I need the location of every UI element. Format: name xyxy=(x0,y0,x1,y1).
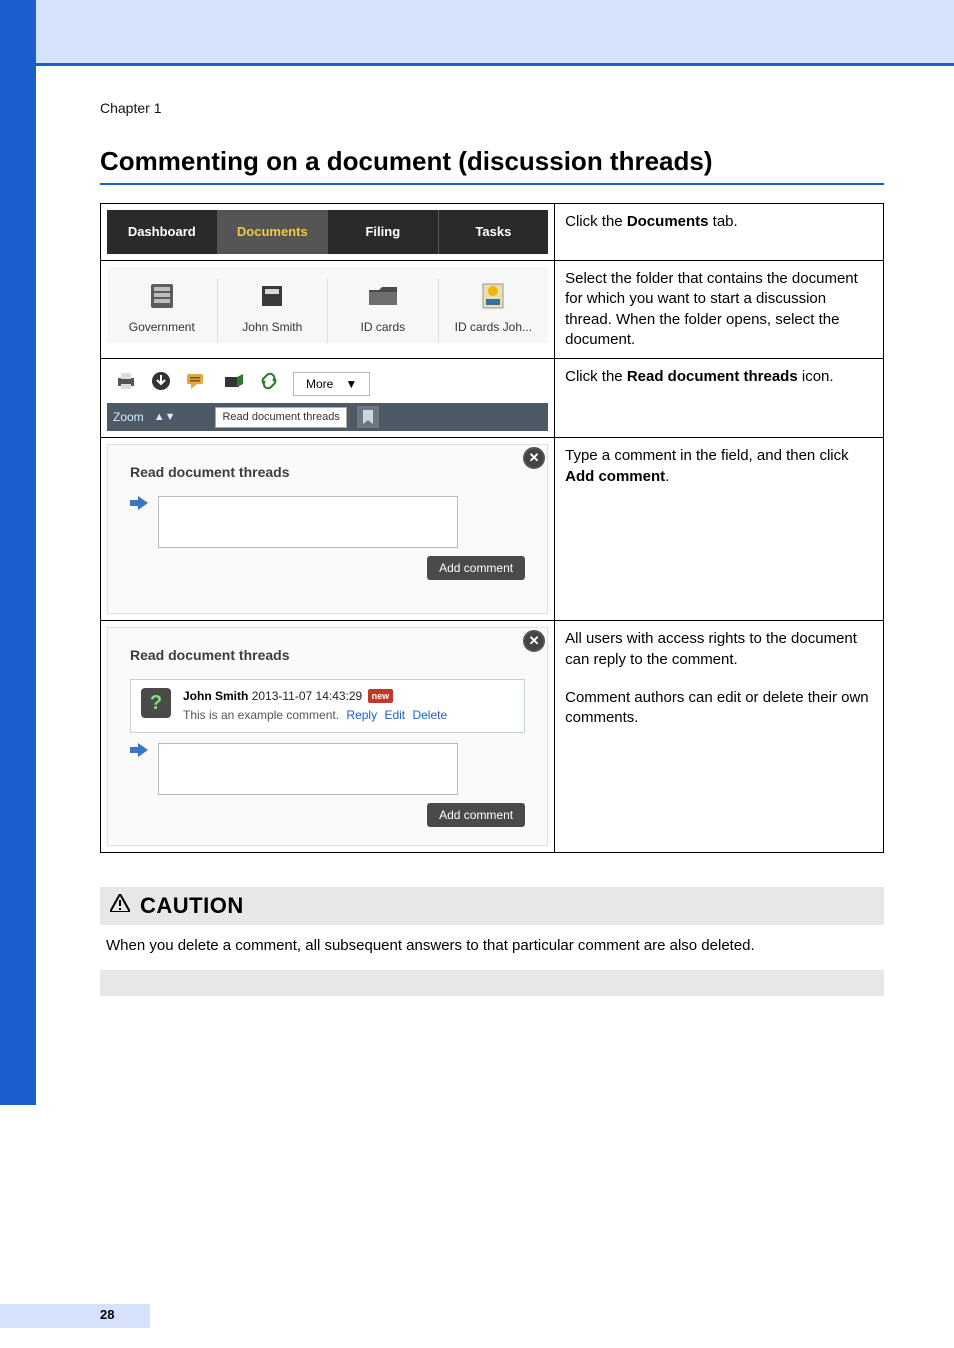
step1-desc-bold: Documents xyxy=(627,213,709,230)
comment-author: John Smith xyxy=(183,689,248,703)
step3-desc: Click the Read document threads icon. xyxy=(555,359,884,438)
avatar: ? xyxy=(141,688,171,718)
crumb-john-smith-label: John Smith xyxy=(242,320,302,334)
zoom-stepper[interactable]: ▲▼ xyxy=(154,410,176,425)
step3-desc-bold: Read document threads xyxy=(627,368,798,385)
add-comment-button[interactable]: Add comment xyxy=(427,803,525,827)
link-icon[interactable] xyxy=(259,371,279,397)
steps-table: Dashboard Documents Filing Tasks Click t… xyxy=(100,203,884,853)
print-icon[interactable] xyxy=(115,371,137,397)
comment-meta: John Smith 2013-11-07 14:43:29 new xyxy=(183,688,447,704)
heading-rule xyxy=(100,183,884,185)
crumb-document-label: ID cards Joh... xyxy=(455,320,532,334)
comment-item: ? John Smith 2013-11-07 14:43:29 new Thi… xyxy=(130,679,525,732)
comment-textarea[interactable] xyxy=(158,743,458,795)
step1-desc-suffix: tab. xyxy=(709,213,738,230)
step3-desc-prefix: Click the xyxy=(565,368,627,385)
bookmark-icon[interactable] xyxy=(357,406,379,428)
step2-desc: Select the folder that contains the docu… xyxy=(555,261,884,359)
folder-icon xyxy=(328,279,438,313)
step4-desc-suffix: . xyxy=(665,468,669,485)
crumb-id-cards[interactable]: ID cards xyxy=(328,279,439,343)
zoom-label: Zoom xyxy=(113,409,144,425)
close-icon[interactable]: ✕ xyxy=(523,630,545,652)
edit-icon[interactable] xyxy=(223,371,245,397)
crumb-government-label: Government xyxy=(129,320,195,334)
dialog-title: Read document threads xyxy=(130,646,525,665)
page-number-band xyxy=(0,1304,150,1328)
crumb-john-smith[interactable]: John Smith xyxy=(218,279,329,343)
crumb-id-cards-label: ID cards xyxy=(360,320,405,334)
tab-bar: Dashboard Documents Filing Tasks xyxy=(107,210,548,254)
edit-link[interactable]: Edit xyxy=(384,708,405,722)
caution-body: When you delete a comment, all subsequen… xyxy=(100,925,884,956)
read-threads-tooltip: Read document threads xyxy=(215,407,346,428)
toolbar-screenshot: More ▼ Zoom ▲▼ Read document threads xyxy=(107,365,548,431)
step4-desc-prefix: Type a comment in the field, and then cl… xyxy=(565,447,848,464)
tab-dashboard[interactable]: Dashboard xyxy=(107,210,218,254)
step4-desc: Type a comment in the field, and then cl… xyxy=(555,438,884,621)
delete-link[interactable]: Delete xyxy=(412,708,447,722)
tab-tasks[interactable]: Tasks xyxy=(439,210,549,254)
dialog-title: Read document threads xyxy=(130,463,525,482)
tab-documents[interactable]: Documents xyxy=(218,210,329,254)
step5-desc: All users with access rights to the docu… xyxy=(555,621,884,852)
step1-desc: Click the Documents tab. xyxy=(555,204,884,261)
reply-arrow-icon xyxy=(130,743,148,763)
warning-icon xyxy=(110,894,130,917)
step1-desc-prefix: Click the xyxy=(565,213,627,230)
step5-desc-line2: Comment authors can edit or delete their… xyxy=(565,688,873,729)
more-button-label: More xyxy=(306,376,333,392)
comment-timestamp: 2013-11-07 14:43:29 xyxy=(252,689,363,703)
cabinet-icon xyxy=(107,279,217,313)
chevron-down-icon: ▼ xyxy=(345,376,357,392)
comment-textarea[interactable] xyxy=(158,496,458,548)
caution-label: CAUTION xyxy=(140,893,244,919)
caution-footer-band xyxy=(100,970,884,996)
more-button[interactable]: More ▼ xyxy=(293,372,370,396)
drawer-icon xyxy=(218,279,328,313)
crumb-government[interactable]: Government xyxy=(107,279,218,343)
download-icon[interactable] xyxy=(151,371,171,397)
comment-dialog-with-comment: ✕ Read document threads ? John Smith 201… xyxy=(107,627,548,845)
new-badge: new xyxy=(368,689,394,703)
crumb-document[interactable]: ID cards Joh... xyxy=(439,279,549,343)
reply-link[interactable]: Reply xyxy=(346,708,377,722)
comment-body: This is an example comment. Reply Edit D… xyxy=(183,707,447,723)
document-thumbnail-icon xyxy=(439,279,549,313)
page-number: 28 xyxy=(100,1307,114,1322)
tab-filing[interactable]: Filing xyxy=(328,210,439,254)
reply-arrow-icon xyxy=(130,496,148,516)
step3-desc-suffix: icon. xyxy=(798,368,834,385)
comment-text: This is an example comment. xyxy=(183,708,339,722)
chapter-label: Chapter 1 xyxy=(100,100,884,116)
step5-desc-line1: All users with access rights to the docu… xyxy=(565,629,873,670)
close-icon[interactable]: ✕ xyxy=(523,447,545,469)
caution-box: CAUTION When you delete a comment, all s… xyxy=(100,887,884,996)
comment-dialog-empty: ✕ Read document threads Add comment xyxy=(107,444,548,614)
section-heading: Commenting on a document (discussion thr… xyxy=(100,146,884,177)
read-threads-icon[interactable] xyxy=(185,371,209,397)
step4-desc-bold: Add comment xyxy=(565,468,665,485)
add-comment-button[interactable]: Add comment xyxy=(427,556,525,580)
breadcrumb-bar: Government John Smith ID cards xyxy=(107,267,548,343)
